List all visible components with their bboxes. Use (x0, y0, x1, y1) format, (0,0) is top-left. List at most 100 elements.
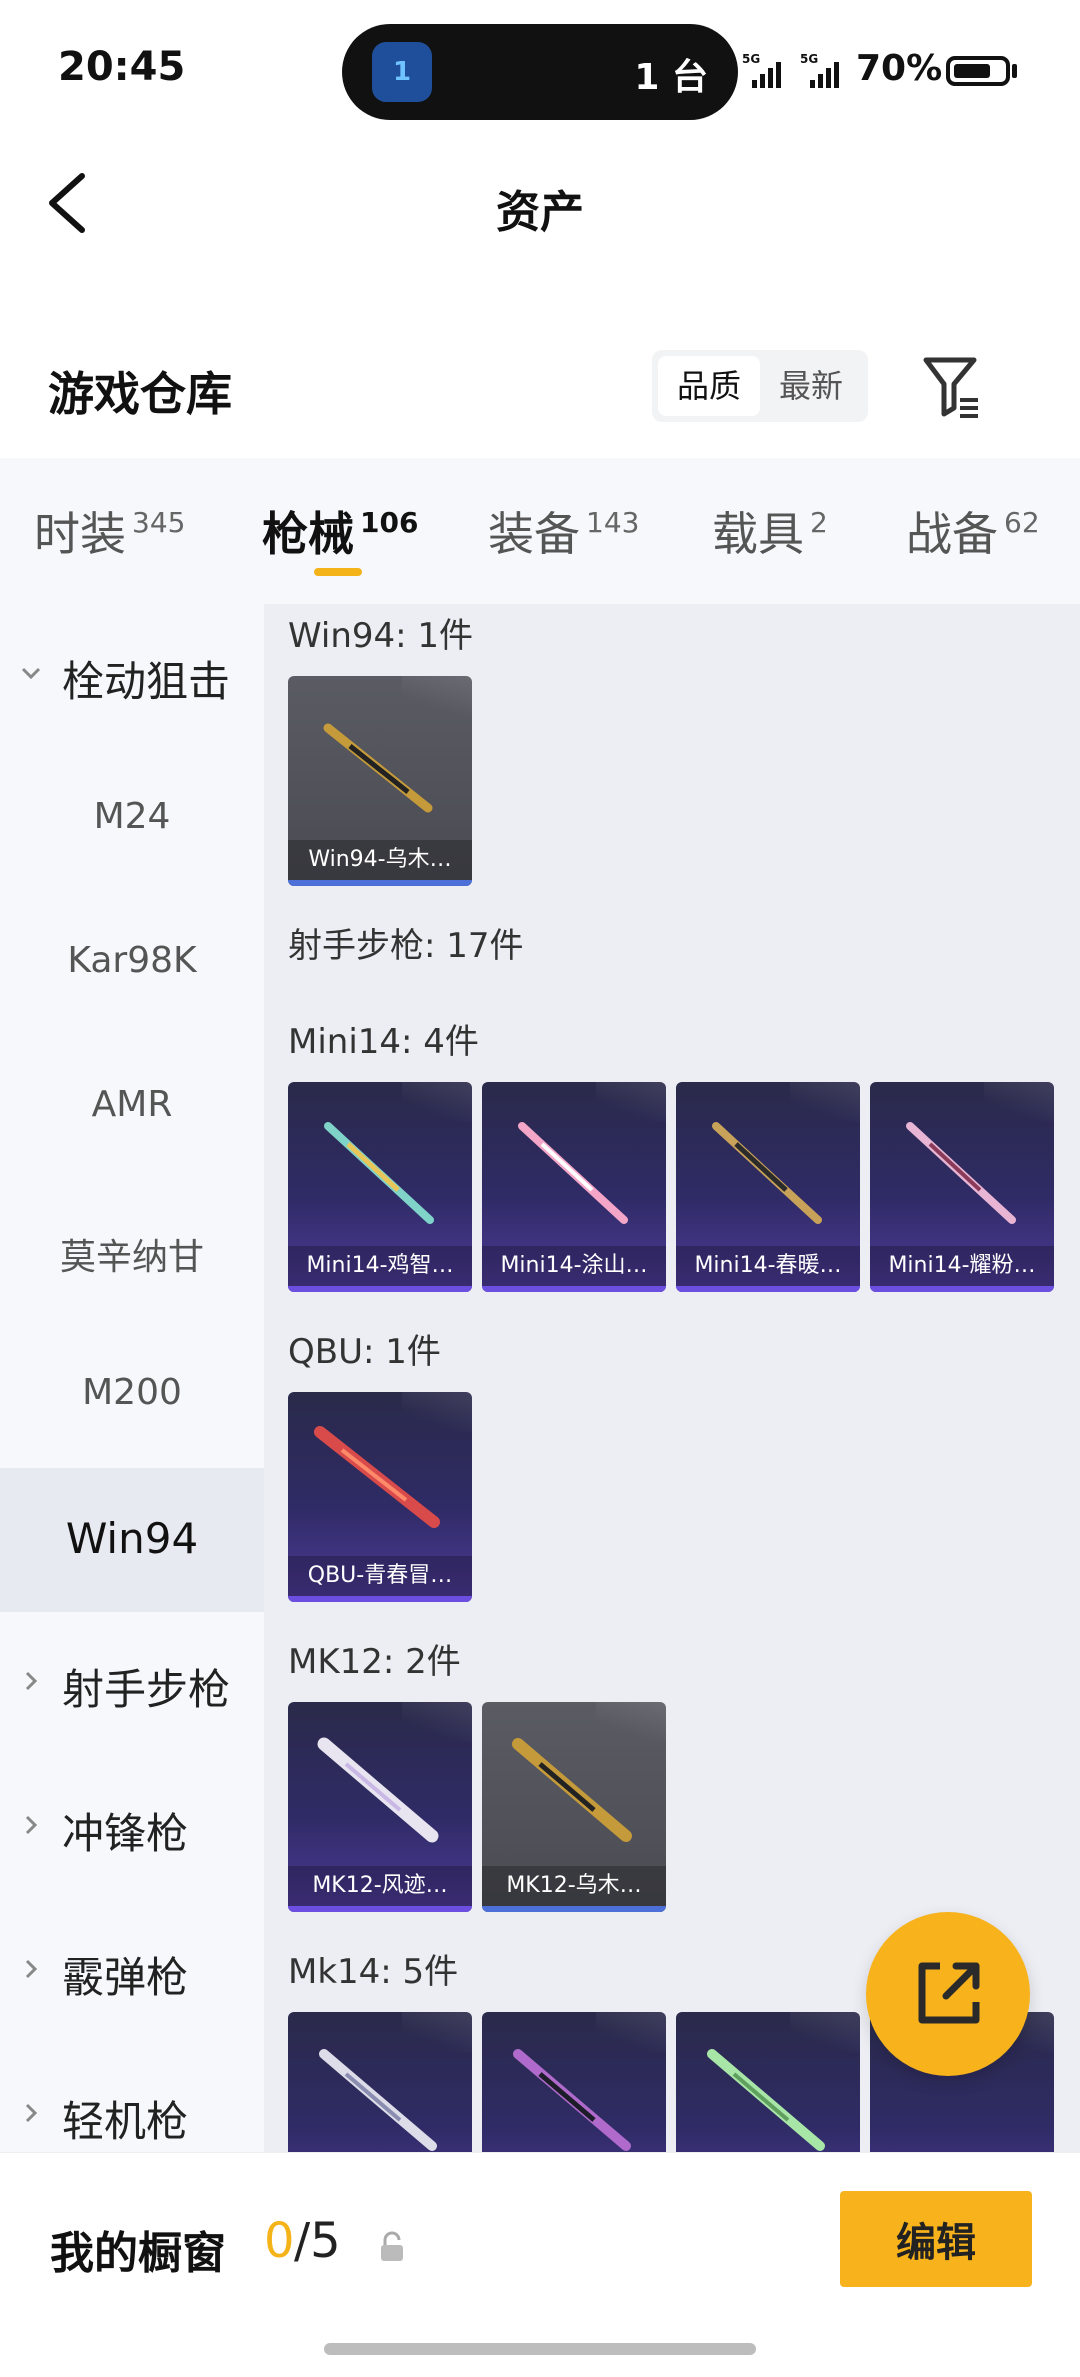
sort-toggle: 品质 最新 (652, 350, 868, 422)
warehouse-title: 游戏仓库 (48, 367, 232, 421)
weapon-card[interactable]: Mini14-耀粉… (870, 1082, 1054, 1292)
rifle-icon (707, 2049, 825, 2151)
chevron-right-icon (25, 1671, 38, 1691)
weapon-card[interactable]: MK12-乌木… (482, 1702, 666, 1912)
weapon-card[interactable]: MK12-风迹… (288, 1702, 472, 1912)
dynamic-island[interactable]: 1 1 台 (342, 24, 738, 120)
tab-count: 62 (1004, 506, 1040, 539)
chevron-right-icon (25, 2103, 38, 2123)
category-tabs: 时装 345 枪械 106 装备 143 载具 2 战备 62 (0, 458, 1080, 604)
broadcast-icon: 1 (372, 42, 432, 102)
signal-icon-1 (752, 58, 781, 88)
sort-latest[interactable]: 最新 (760, 356, 862, 416)
tab-count: 2 (810, 506, 828, 539)
sidebar-group-label: 冲锋枪 (62, 1809, 189, 1858)
tab-label: 时装 (34, 507, 126, 561)
sidebar-item-amr[interactable]: AMR (0, 1036, 264, 1180)
weapon-card[interactable]: QBU-青春冒… (288, 1392, 472, 1602)
tab-firearms[interactable]: 枪械 106 (262, 498, 418, 564)
weapon-card[interactable] (288, 2012, 472, 2152)
home-indicator (324, 2343, 756, 2355)
sidebar-item-label: 莫辛纳甘 (59, 1237, 204, 1278)
chevron-down-icon (21, 667, 41, 680)
sidebar-item-label: Win94 (65, 1514, 199, 1563)
rifle-icon (518, 1122, 628, 1224)
sidebar-item-m24[interactable]: M24 (0, 748, 264, 892)
tab-label: 战备 (906, 507, 998, 561)
section-title-win94: Win94: 1件 (288, 616, 474, 656)
weapon-card[interactable]: Win94-乌木… (288, 676, 472, 886)
rifle-icon (513, 2049, 631, 2151)
lock-icon (381, 2231, 403, 2261)
filter-button[interactable] (920, 352, 984, 420)
signal-icon-2 (810, 58, 839, 88)
tab-label: 枪械 (262, 507, 354, 561)
status-time: 20:45 (58, 44, 186, 90)
sidebar-group-label: 霰弹枪 (62, 1953, 189, 2002)
sidebar-group-bolt-action[interactable]: 栓动狙击 (0, 604, 264, 748)
sidebar-group-lmg[interactable]: 轻机枪 (0, 2044, 264, 2152)
rifle-icon (323, 723, 433, 813)
showcase-total: /5 (294, 2213, 341, 2269)
rifle-icon (314, 1426, 440, 1528)
weapon-card-name: Mini14-春暖… (676, 1246, 860, 1286)
filter-icon (923, 357, 978, 418)
tab-equipment[interactable]: 装备 143 (488, 498, 639, 564)
sidebar-item-label: AMR (91, 1084, 173, 1125)
weapon-card[interactable] (482, 2012, 666, 2152)
tab-count: 143 (586, 506, 640, 539)
section-title-mk12: MK12: 2件 (288, 1642, 461, 1682)
battery-percent: 70% (856, 48, 943, 89)
sidebar-item-label: Kar98K (67, 940, 197, 981)
section-title-dmr: 射手步枪: 17件 (288, 926, 524, 966)
sort-quality[interactable]: 品质 (658, 356, 760, 416)
tab-count: 345 (132, 506, 186, 539)
showcase-bar: 我的橱窗 0 /5 编辑 (0, 2152, 1080, 2377)
section-title-mini14: Mini14: 4件 (288, 1022, 479, 1062)
chevron-right-icon (25, 1815, 38, 1835)
edit-button[interactable]: 编辑 (840, 2191, 1032, 2287)
rifle-icon (906, 1122, 1016, 1224)
sidebar-item-kar98k[interactable]: Kar98K (0, 892, 264, 1036)
tab-supplies[interactable]: 战备 62 (906, 498, 1040, 564)
weapon-card-name: Mini14-耀粉… (870, 1246, 1054, 1286)
sidebar-item-m200[interactable]: M200 (0, 1324, 264, 1468)
active-tab-indicator (314, 568, 362, 576)
weapon-card[interactable]: Mini14-春暖… (676, 1082, 860, 1292)
sidebar-item-win94[interactable]: Win94 (0, 1468, 264, 1612)
rifle-icon (324, 1122, 434, 1224)
weapon-card-name: Mini14-鸡智… (288, 1246, 472, 1286)
sidebar-group-dmr[interactable]: 射手步枪 (0, 1612, 264, 1756)
chevron-right-icon (25, 1959, 38, 1979)
tab-label: 载具 (712, 507, 804, 561)
weapon-card-name: MK12-乌木… (482, 1866, 666, 1906)
weapon-card[interactable]: Mini14-鸡智… (288, 1082, 472, 1292)
weapon-card-name: Win94-乌木… (288, 840, 472, 880)
page-title: 资产 (496, 187, 584, 238)
section-title-mk14: Mk14: 5件 (288, 1952, 459, 1992)
weapon-card-name: Mini14-涂山… (482, 1246, 666, 1286)
sidebar-group-smg[interactable]: 冲锋枪 (0, 1756, 264, 1900)
battery-icon (946, 56, 1010, 86)
showcase-title: 我的橱窗 (50, 2228, 226, 2279)
island-text: 1 台 (634, 57, 708, 98)
showcase-used-count: 0 (264, 2213, 295, 2269)
weapon-card[interactable]: Mini14-涂山… (482, 1082, 666, 1292)
sidebar-item-label: M24 (93, 796, 171, 837)
weapon-type-sidebar: 栓动狙击 M24 Kar98K AMR 莫辛纳甘 M200 Win94 射手步枪… (0, 604, 264, 2152)
rifle-icon (317, 1737, 439, 1843)
sidebar-group-label: 射手步枪 (62, 1665, 231, 1714)
share-button[interactable] (866, 1912, 1030, 2076)
tab-count: 106 (360, 506, 419, 539)
weapon-card-name: MK12-风迹… (288, 1866, 472, 1906)
sidebar-group-shotgun[interactable]: 霰弹枪 (0, 1900, 264, 2044)
tab-fashion[interactable]: 时装 345 (34, 498, 185, 564)
weapon-card[interactable] (676, 2012, 860, 2152)
battery-tip (1012, 64, 1017, 78)
share-icon (918, 1962, 980, 2024)
tab-vehicles[interactable]: 载具 2 (712, 498, 828, 564)
sidebar-item-mosin[interactable]: 莫辛纳甘 (0, 1180, 264, 1324)
sidebar-group-label: 栓动狙击 (62, 657, 231, 706)
tab-label: 装备 (488, 507, 580, 561)
sidebar-group-label: 轻机枪 (62, 2097, 189, 2146)
